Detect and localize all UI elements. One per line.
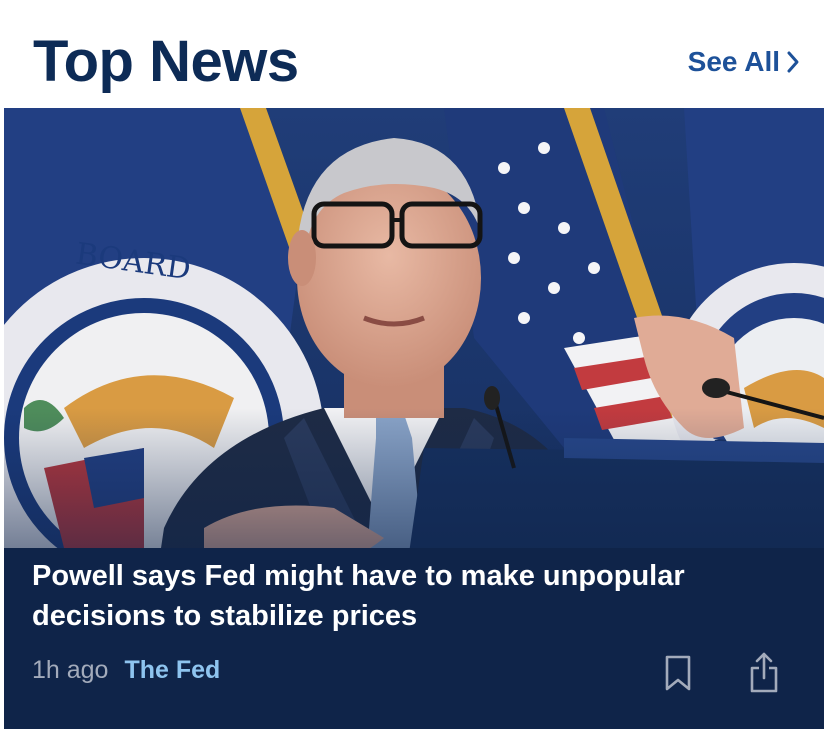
section-title: Top News xyxy=(33,22,299,102)
see-all-label: See All xyxy=(688,46,780,78)
chevron-right-icon xyxy=(786,50,800,74)
bookmark-button[interactable] xyxy=(658,652,698,698)
share-icon xyxy=(749,652,779,699)
top-news-card[interactable]: BOARD xyxy=(4,108,824,729)
article-meta: 1h ago The Fed xyxy=(32,656,220,685)
article-headline[interactable]: Powell says Fed might have to make unpop… xyxy=(32,556,792,636)
bookmark-icon xyxy=(664,654,692,697)
article-time: 1h ago xyxy=(32,656,108,685)
section-header: Top News See All xyxy=(0,0,828,108)
share-button[interactable] xyxy=(744,652,784,698)
article-tag[interactable]: The Fed xyxy=(124,656,220,685)
see-all-link[interactable]: See All xyxy=(688,46,800,78)
